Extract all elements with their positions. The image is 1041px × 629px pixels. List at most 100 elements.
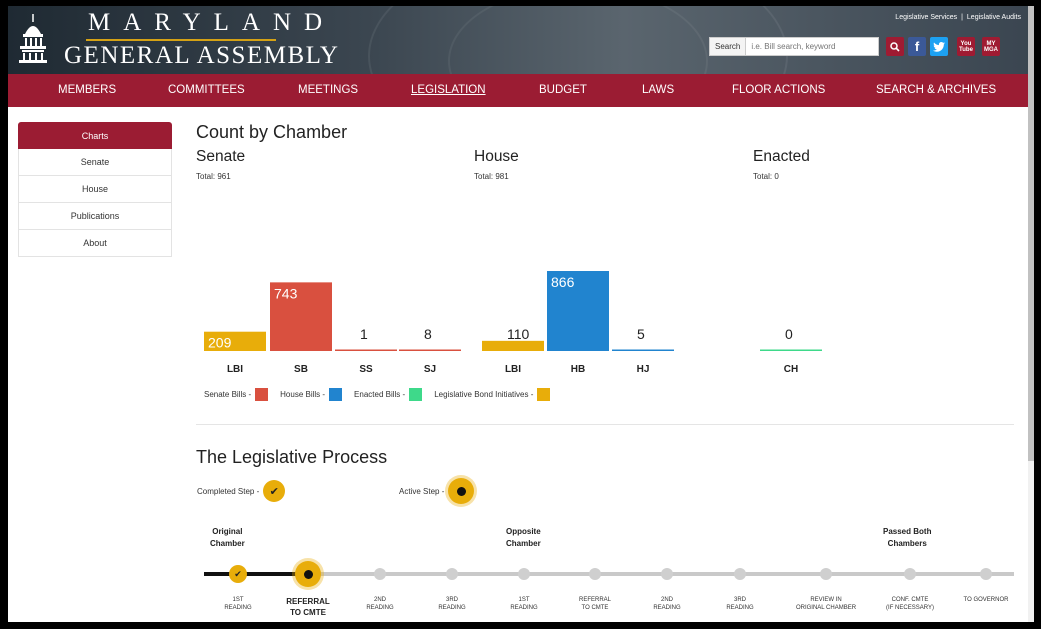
step-node[interactable] — [980, 568, 992, 580]
sidebar-item-senate[interactable]: Senate — [18, 149, 172, 176]
scrollbar[interactable] — [1028, 6, 1034, 622]
bar-value-label: 110 — [507, 326, 530, 342]
active-dot-icon — [448, 478, 475, 504]
legislative-services-link[interactable]: Legislative Services — [895, 14, 957, 21]
step-label: 2ND READING — [627, 596, 707, 612]
step-label: REVIEW IN ORIGINAL CHAMBER — [786, 596, 866, 612]
step-label-line: READING — [726, 605, 754, 611]
chamber-name: House — [474, 148, 519, 165]
step-label: 2ND READING — [340, 596, 420, 612]
step-label-line: REFERRAL — [286, 597, 330, 606]
header-background-arch — [448, 6, 708, 74]
magnifier-icon — [890, 41, 900, 52]
search-input[interactable] — [746, 42, 877, 51]
legend-label: Legislative Bond Initiatives - — [434, 390, 534, 399]
nav-floor-actions[interactable]: FLOOR ACTIONS — [732, 74, 825, 107]
bar-value-label: 0 — [785, 326, 793, 342]
chamber-name: Enacted — [753, 148, 810, 165]
step-node-completed[interactable]: ✔ — [229, 565, 247, 583]
step-label: TO GOVERNOR — [946, 596, 1026, 604]
chamber-house: House Total: 981 — [474, 148, 519, 181]
chamber-total: Total: 961 — [196, 172, 231, 181]
legend-swatch — [255, 388, 269, 401]
phase-original-chamber: Original Chamber — [210, 526, 245, 550]
step-label-line: READING — [510, 605, 538, 611]
bar-sj[interactable] — [399, 349, 461, 352]
completed-step-label: Completed Step - — [197, 486, 260, 496]
legend-swatch — [409, 388, 423, 401]
bar-ch[interactable] — [760, 349, 822, 352]
step-label-line: READING — [224, 605, 252, 611]
step-label-line: TO CMTE — [581, 605, 609, 611]
sidebar-item-house[interactable]: House — [18, 176, 172, 203]
phase-label: Chambers — [887, 539, 927, 548]
bar-lbi[interactable] — [482, 340, 544, 351]
nav-budget[interactable]: BUDGET — [539, 74, 587, 107]
phase-label: Opposite — [506, 527, 541, 536]
step-node[interactable] — [904, 568, 916, 580]
bar-hj[interactable] — [612, 349, 674, 352]
step-node[interactable] — [446, 568, 458, 580]
step-node[interactable] — [661, 568, 673, 580]
step-label-line: 1ST — [518, 597, 530, 603]
chamber-enacted: Enacted Total: 0 — [753, 148, 810, 181]
legislative-audits-link[interactable]: Legislative Audits — [967, 14, 1021, 21]
sidebar-item-charts[interactable]: Charts — [18, 122, 172, 149]
step-label-line: READING — [438, 605, 466, 611]
step-label-line: 3RD — [445, 597, 458, 603]
step-node[interactable] — [589, 568, 601, 580]
step-node[interactable] — [374, 568, 386, 580]
completed-step-key: Completed Step - ✔ — [197, 480, 286, 502]
logo-maryland[interactable]: MARYLAND — [88, 9, 335, 37]
nav-meetings[interactable]: MEETINGS — [298, 74, 358, 107]
nav-laws[interactable]: LAWS — [642, 74, 674, 107]
twitter-button[interactable] — [930, 37, 948, 56]
phase-passed-both: Passed Both Chambers — [883, 526, 931, 550]
bar-ss[interactable] — [335, 349, 397, 352]
scrollbar-thumb[interactable] — [1028, 6, 1034, 461]
section-divider — [196, 424, 1014, 425]
step-node-active[interactable] — [295, 561, 321, 587]
bar-value-label: 1 — [360, 326, 368, 342]
step-label-line: TO GOVERNOR — [963, 597, 1009, 603]
step-label: CONF. CMTE (IF NECESSARY) — [870, 596, 950, 612]
active-step-key: Active Step - — [399, 478, 475, 504]
site-header: MARYLAND GENERAL ASSEMBLY Legislative Se… — [8, 6, 1034, 74]
count-by-chamber-title: Count by Chamber — [196, 122, 348, 142]
search-button[interactable] — [886, 37, 904, 56]
step-node[interactable] — [734, 568, 746, 580]
legend-house: House Bills - — [280, 388, 343, 401]
bar-value-label: 743 — [274, 285, 298, 301]
category-label: LBI — [505, 364, 521, 375]
nav-legislation[interactable]: LEGISLATION — [411, 74, 486, 107]
phase-label: Original — [212, 527, 243, 536]
category-label: SB — [294, 364, 308, 375]
step-node[interactable] — [518, 568, 530, 580]
phase-label: Chamber — [506, 539, 541, 548]
step-label: REFERRAL TO CMTE — [268, 596, 348, 618]
bar-value-label: 5 — [637, 326, 645, 342]
logo-general-assembly[interactable]: GENERAL ASSEMBLY — [64, 42, 339, 70]
chamber-total: Total: 981 — [474, 172, 509, 181]
youtube-icon-line2: Tube — [959, 46, 973, 53]
step-label-line: 1ST — [232, 597, 244, 603]
logo-rule — [86, 39, 276, 41]
step-label: REFERRAL TO CMTE — [555, 596, 635, 612]
step-label-line: 2ND — [373, 597, 386, 603]
nav-committees[interactable]: COMMITTEES — [168, 74, 245, 107]
sidebar-item-publications[interactable]: Publications — [18, 203, 172, 230]
sidebar-item-about[interactable]: About — [18, 230, 172, 257]
facebook-button[interactable]: f — [908, 37, 926, 56]
step-node[interactable] — [820, 568, 832, 580]
nav-members[interactable]: MEMBERS — [58, 74, 116, 107]
nav-search-archives[interactable]: SEARCH & ARCHIVES — [876, 74, 996, 107]
step-label: 3RD READING — [700, 596, 780, 612]
my-mga-button[interactable]: MY MGA — [982, 37, 1000, 56]
step-label-line: 2ND — [660, 597, 673, 603]
sidebar: Charts Senate House Publications About — [18, 122, 172, 257]
step-label-line: (IF NECESSARY) — [886, 605, 934, 611]
category-label: HB — [571, 364, 585, 375]
legend-bond-initiatives: Legislative Bond Initiatives - — [434, 388, 551, 401]
step-label: 1ST READING — [484, 596, 564, 612]
youtube-button[interactable]: You Tube — [957, 37, 975, 56]
